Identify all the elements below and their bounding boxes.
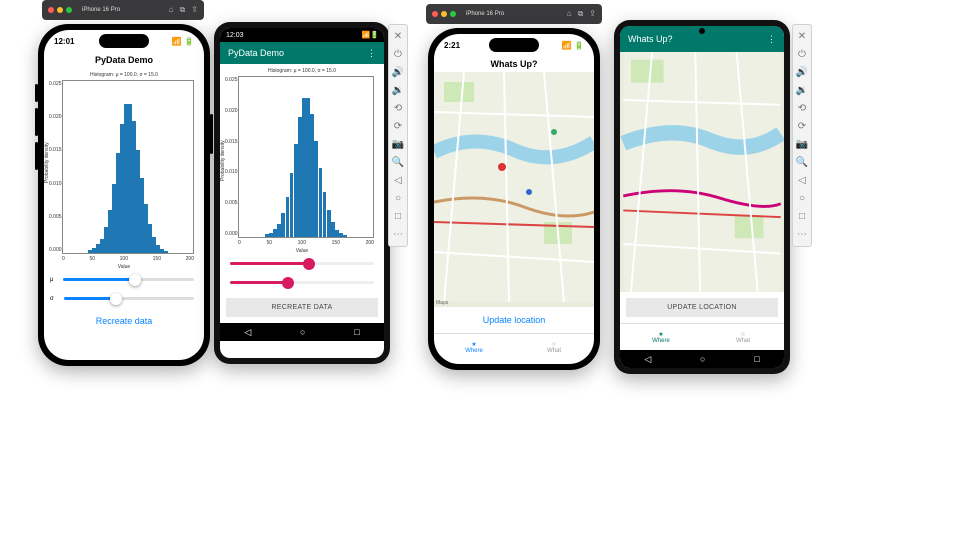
tab-where[interactable]: ★Where xyxy=(434,334,514,360)
device-name: iPhone 16 Pro xyxy=(82,7,120,13)
map-credit: Maps xyxy=(436,300,448,306)
rotate-left-icon[interactable]: ⟲ xyxy=(394,103,402,114)
overview-icon[interactable]: □ xyxy=(799,211,805,222)
close-icon[interactable]: ✕ xyxy=(798,31,806,42)
tab-what[interactable]: ☆What xyxy=(702,324,784,350)
recreate-button[interactable]: RECREATE DATA xyxy=(226,298,378,317)
back-icon[interactable]: ◁ xyxy=(798,175,806,186)
rotate-right-icon[interactable]: ⟳ xyxy=(798,121,806,132)
share-icon[interactable]: ⇪ xyxy=(191,5,198,15)
sigma-slider[interactable] xyxy=(64,297,194,300)
home-icon[interactable]: ○ xyxy=(799,193,805,204)
update-location-button[interactable]: UPDATE LOCATION xyxy=(626,298,778,317)
app-bar: PyData Demo ⋮ xyxy=(220,42,384,64)
y-ticks: 0.0000.0050.0100.0150.0200.025 xyxy=(49,81,61,253)
iphone-map: 2:21📶 🔋 Whats Up? Maps Update location ★… xyxy=(428,28,600,370)
star-icon: ★ xyxy=(471,341,476,348)
map-view[interactable]: Maps xyxy=(434,72,594,307)
more-icon[interactable]: ⋯ xyxy=(393,229,403,240)
camera-icon[interactable]: 📷 xyxy=(796,139,808,150)
tab-bar: ★Where ☆What xyxy=(434,333,594,360)
status-icons: 📶 🔋 xyxy=(172,37,194,46)
rotate-right-icon[interactable]: ⟳ xyxy=(394,121,402,132)
xcode-titlebar-1[interactable]: iPhone 16 Pro ⌂ ⧉ ⇪ xyxy=(42,0,204,20)
power-icon[interactable]: ⏻ xyxy=(394,49,402,60)
tab-bar: ★Where ☆What xyxy=(620,323,784,350)
app-title: PyData Demo xyxy=(228,48,284,58)
emulator-toolbar-2[interactable]: ✕ ⏻ 🔊 🔉 ⟲ ⟳ 📷 🔍 ◁ ○ □ ⋯ xyxy=(792,24,812,247)
traffic-lights[interactable] xyxy=(48,7,72,13)
tab-what[interactable]: ☆What xyxy=(514,334,594,360)
android-status-bar: 12:03📶 🔋 xyxy=(220,28,384,42)
volume-up-icon[interactable]: 🔊 xyxy=(796,67,808,78)
overflow-icon[interactable]: ⋮ xyxy=(367,48,376,59)
mu-slider[interactable] xyxy=(230,262,374,265)
histogram-chart: Histogram: μ = 100.0, σ = 15.0 Probabili… xyxy=(44,68,204,270)
volume-up-icon[interactable]: 🔊 xyxy=(392,67,404,78)
back-icon[interactable]: ◁ xyxy=(394,175,402,186)
overview-icon[interactable]: □ xyxy=(395,211,401,222)
home-icon[interactable]: ⌂ xyxy=(169,5,174,15)
android-nav-bar[interactable]: ◁ ○ □ xyxy=(220,323,384,341)
capture-icon[interactable]: ⧉ xyxy=(180,5,186,15)
android-pydata: 12:03📶 🔋 PyData Demo ⋮ Histogram: μ = 100… xyxy=(214,22,390,364)
dynamic-island xyxy=(99,34,149,48)
histogram-chart: Histogram: μ = 100.0, σ = 15.0 Probabili… xyxy=(220,64,384,254)
recents-icon: □ xyxy=(354,327,359,337)
x-ticks: 050100150200 xyxy=(62,256,194,262)
power-icon[interactable]: ⏻ xyxy=(798,49,806,60)
map-svg xyxy=(434,72,594,302)
tab-where[interactable]: ★Where xyxy=(620,324,702,350)
volume-down-icon[interactable]: 🔉 xyxy=(796,85,808,96)
back-icon: ◁ xyxy=(244,327,251,338)
page-title: PyData Demo xyxy=(44,52,204,68)
volume-down-icon[interactable]: 🔉 xyxy=(392,85,404,96)
clock: 12:01 xyxy=(54,37,74,46)
close-icon[interactable]: ✕ xyxy=(394,31,402,42)
camera-icon[interactable]: 📷 xyxy=(392,139,404,150)
zoom-icon[interactable]: 🔍 xyxy=(392,157,404,168)
android-map: Whats Up?⋮ UPDATE LOCATION ★Where ☆What … xyxy=(614,20,790,374)
mu-slider[interactable] xyxy=(63,278,194,281)
emulator-toolbar-1[interactable]: ✕ ⏻ 🔊 🔉 ⟲ ⟳ 📷 🔍 ◁ ○ □ ⋯ xyxy=(388,24,408,247)
home-icon[interactable]: ○ xyxy=(395,193,401,204)
more-icon[interactable]: ⋯ xyxy=(797,229,807,240)
overflow-icon[interactable]: ⋮ xyxy=(767,34,776,45)
recreate-button[interactable]: Recreate data xyxy=(44,308,204,334)
iphone-pydata: 12:01 📶 🔋 PyData Demo Histogram: μ = 100… xyxy=(38,24,210,366)
page-title: Whats Up? xyxy=(434,56,594,72)
android-nav-bar[interactable]: ◁○□ xyxy=(620,350,784,368)
xcode-titlebar-2[interactable]: iPhone 16 Pro ⌂⧉⇪ xyxy=(426,4,602,24)
home-icon: ○ xyxy=(300,327,305,337)
map-view[interactable] xyxy=(620,52,784,292)
rotate-left-icon[interactable]: ⟲ xyxy=(798,103,806,114)
update-location-button[interactable]: Update location xyxy=(434,307,594,333)
zoom-icon[interactable]: 🔍 xyxy=(796,157,808,168)
sigma-slider[interactable] xyxy=(230,281,374,284)
chart-title: Histogram: μ = 100.0, σ = 15.0 xyxy=(48,72,200,78)
star-icon: ☆ xyxy=(551,341,556,348)
